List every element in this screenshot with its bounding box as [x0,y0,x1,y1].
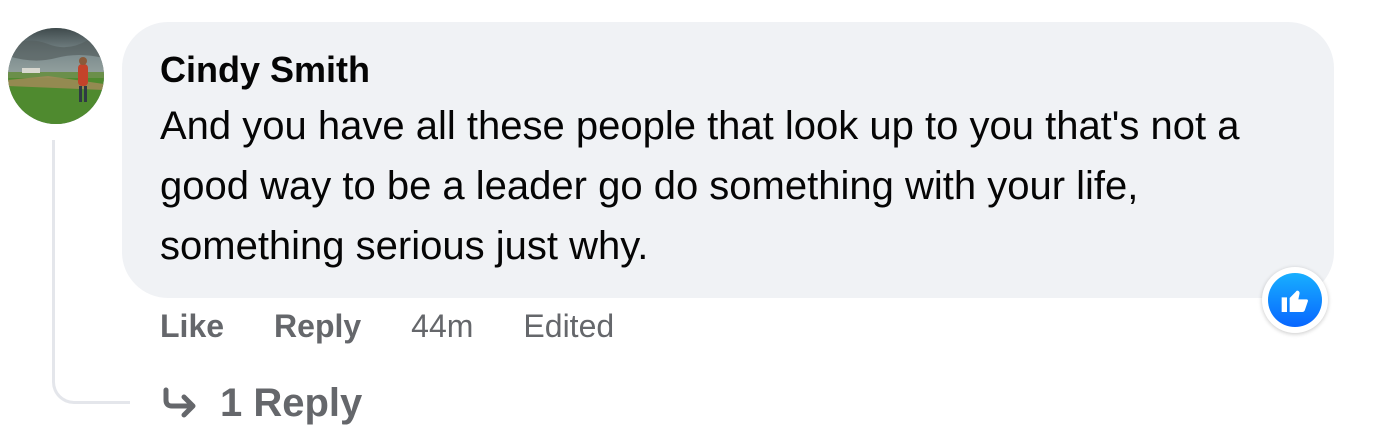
previous-comment-fragment [300,0,380,8]
comment-bubble: Cindy Smith And you have all these peopl… [122,22,1334,298]
profile-photo-landscape [8,28,104,124]
thread-connector-line [52,140,130,404]
view-replies-button[interactable]: 1 Reply [160,378,362,428]
comment-author[interactable]: Cindy Smith [160,48,1298,92]
reply-arrow-icon [160,386,200,420]
reply-button[interactable]: Reply [274,308,361,345]
avatar[interactable] [8,28,104,124]
thumbs-up-icon [1281,290,1308,312]
comment-actions: Like Reply 44m Edited [160,306,664,346]
comment-timestamp[interactable]: 44m [411,308,473,345]
edited-label: Edited [523,307,615,344]
reaction-badge[interactable] [1262,267,1328,333]
replies-count-label[interactable]: 1 Reply [220,381,362,426]
like-button[interactable]: Like [160,308,224,345]
comment-text: And you have all these people that look … [160,104,1240,268]
